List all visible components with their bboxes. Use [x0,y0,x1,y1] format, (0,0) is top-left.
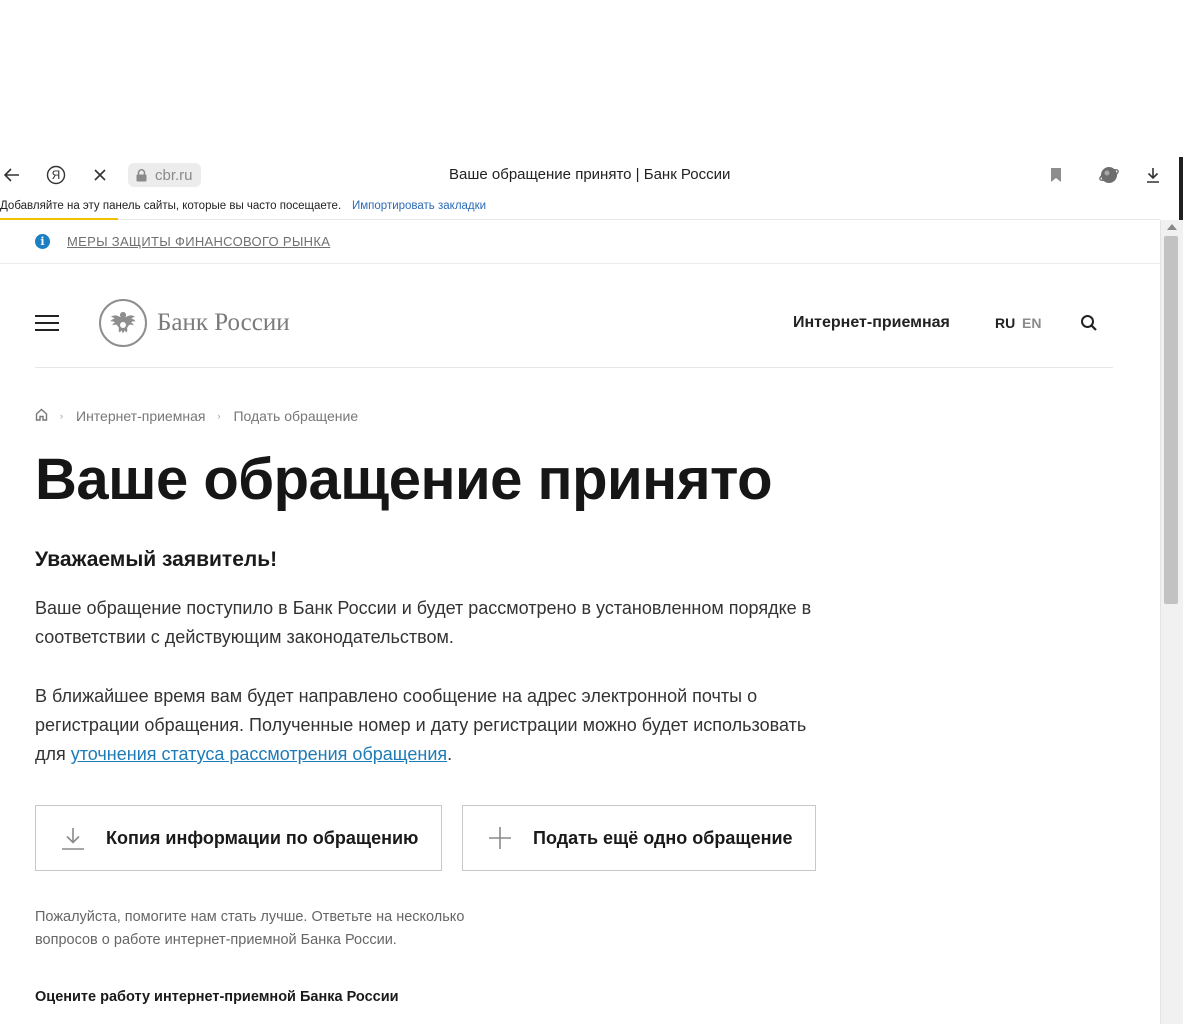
internet-reception-link[interactable]: Интернет-приемная [793,314,950,332]
new-appeal-label: Подать ещё одно обращение [533,827,793,848]
yandex-logo-icon[interactable]: Я [44,165,68,185]
bookmarks-hint: Добавляйте на эту панель сайты, которые … [0,200,342,212]
registration-paragraph: В ближайшее время вам будет направлено с… [35,682,815,769]
home-icon[interactable] [35,408,48,424]
survey-heading: Оцените работу интернет-приемной Банка Р… [35,989,399,1005]
page-tab-title: Ваше обращение принято | Банк России [449,166,731,183]
new-appeal-button[interactable]: Подать ещё одно обращение [462,805,816,871]
page-content: i МЕРЫ ЗАЩИТЫ ФИНАНСОВОГО РЫНКА Банк Рос… [0,220,1160,1024]
url-text: cbr.ru [155,166,193,184]
breadcrumb: › Интернет-приемная › Подать обращение [35,408,358,424]
breadcrumb-item-submit[interactable]: Подать обращение [233,408,358,424]
import-bookmarks-link[interactable]: Импортировать закладки [352,200,486,212]
breadcrumb-item-reception[interactable]: Интернет-приемная [76,408,205,424]
back-arrow-icon[interactable] [0,165,24,185]
status-check-link[interactable]: уточнения статуса рассмотрения обращения [71,744,447,764]
bookmarks-bar: Добавляйте на эту панель сайты, которые … [0,196,1160,220]
breadcrumb-separator-icon: › [217,411,221,421]
bank-logo[interactable]: Банк России [99,299,290,347]
download-copy-label: Копия информации по обращению [106,827,419,848]
info-icon: i [35,234,50,249]
search-icon[interactable] [1080,314,1100,334]
scroll-thumb[interactable] [1164,236,1178,604]
blank-area [0,0,1183,157]
menu-burger-icon[interactable] [35,315,59,331]
financial-market-protection-link[interactable]: МЕРЫ ЗАЩИТЫ ФИНАНСОВОГО РЫНКА [67,234,330,249]
vertical-scrollbar[interactable] [1160,220,1183,1024]
survey-note: Пожалуйста, помогите нам стать лучше. От… [35,909,465,948]
lang-ru-toggle[interactable]: RU [995,315,1015,331]
stop-loading-icon[interactable] [88,165,112,185]
download-copy-button[interactable]: Копия информации по обращению [35,805,442,871]
protect-shield-icon[interactable] [1097,165,1121,185]
greeting-heading: Уважаемый заявитель! [35,548,278,571]
site-header: Банк России Интернет-приемная RU EN [35,283,1113,368]
address-bar[interactable]: cbr.ru [128,163,201,187]
lock-icon [136,168,147,181]
download-icon[interactable] [1141,165,1165,185]
bank-logo-text: Банк России [157,309,290,336]
page-title: Ваше обращение принято [35,447,773,512]
confirmation-paragraph: Ваше обращение поступило в Банк России и… [35,598,812,647]
breadcrumb-separator-icon: › [60,411,63,421]
registration-text-end: . [447,744,453,764]
download-icon [60,825,86,851]
bookmark-icon[interactable] [1044,165,1068,185]
browser-toolbar: Я cbr.ru Ваше обращение принято | Банк Р… [0,157,1183,193]
yandex-glyph: Я [51,168,61,182]
eagle-emblem-icon [99,299,147,347]
scroll-up-arrow-icon[interactable] [1167,224,1177,230]
notice-bar: i МЕРЫ ЗАЩИТЫ ФИНАНСОВОГО РЫНКА [0,220,1160,264]
plus-icon [487,825,513,851]
lang-en-toggle[interactable]: EN [1022,315,1041,331]
